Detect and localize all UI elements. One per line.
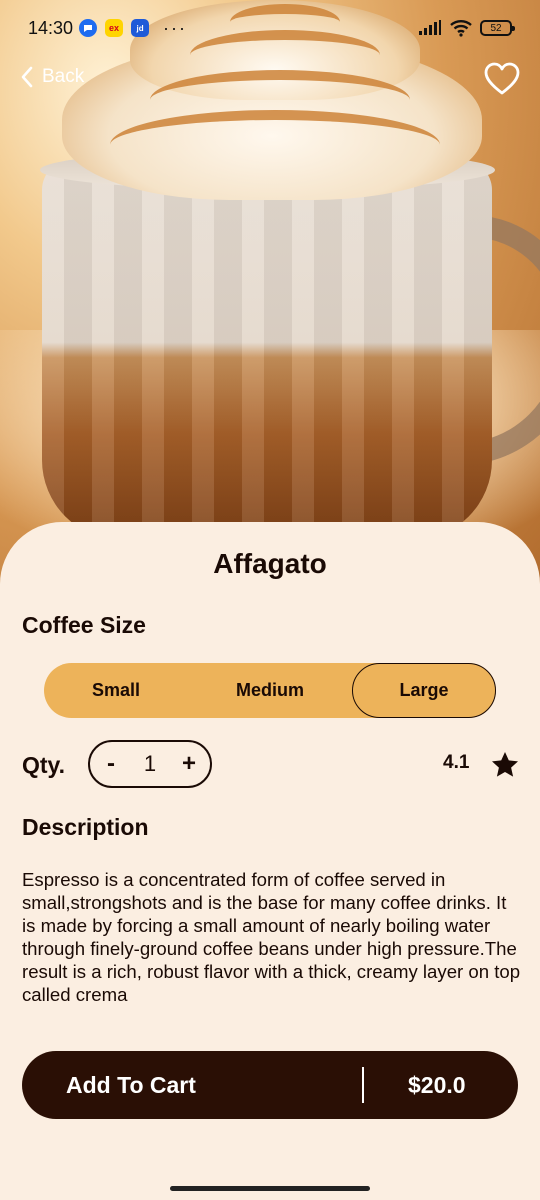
- chat-icon: [79, 19, 98, 37]
- add-to-cart-button[interactable]: Add To Cart $20.0: [22, 1051, 518, 1119]
- battery-icon: 52: [480, 20, 515, 36]
- size-option-small[interactable]: Small: [44, 663, 188, 718]
- description-text: Espresso is a concentrated form of coffe…: [22, 869, 521, 1005]
- chevron-left-icon: [21, 66, 33, 88]
- mug-body: [42, 160, 492, 540]
- status-bar: 14:30 ex jd ··· 52: [0, 0, 540, 56]
- product-hero-image: [0, 0, 540, 600]
- quantity-label: Qty.: [22, 752, 66, 778]
- increase-quantity-button[interactable]: +: [172, 742, 206, 786]
- status-time: 14:30: [28, 17, 74, 38]
- cart-price: $20.0: [408, 1071, 466, 1098]
- wifi-icon: [450, 20, 472, 37]
- product-title: Affagato: [213, 548, 327, 579]
- back-label: Back: [42, 66, 85, 87]
- back-button[interactable]: Back: [20, 66, 84, 88]
- quantity-value: 1: [143, 751, 157, 776]
- star-icon: [492, 752, 518, 777]
- description-label: Description: [22, 814, 149, 840]
- quantity-stepper: - 1 +: [88, 740, 212, 788]
- add-to-cart-label: Add To Cart: [66, 1071, 196, 1098]
- home-indicator[interactable]: [170, 1186, 370, 1191]
- ex-icon: ex: [105, 19, 124, 37]
- signal-icon: [419, 20, 441, 35]
- app-icon: jd: [131, 19, 150, 37]
- size-option-large[interactable]: Large: [352, 663, 496, 718]
- decrease-quantity-button[interactable]: -: [94, 742, 128, 786]
- heart-icon[interactable]: [484, 62, 520, 98]
- size-option-medium[interactable]: Medium: [196, 663, 344, 718]
- size-selector: Small Medium Large: [44, 663, 496, 718]
- coffee-size-label: Coffee Size: [22, 612, 146, 638]
- rating-value: 4.1: [443, 752, 470, 773]
- status-right: 52: [418, 19, 515, 37]
- cart-divider: [362, 1067, 364, 1103]
- more-notifications-icon: ···: [163, 17, 188, 38]
